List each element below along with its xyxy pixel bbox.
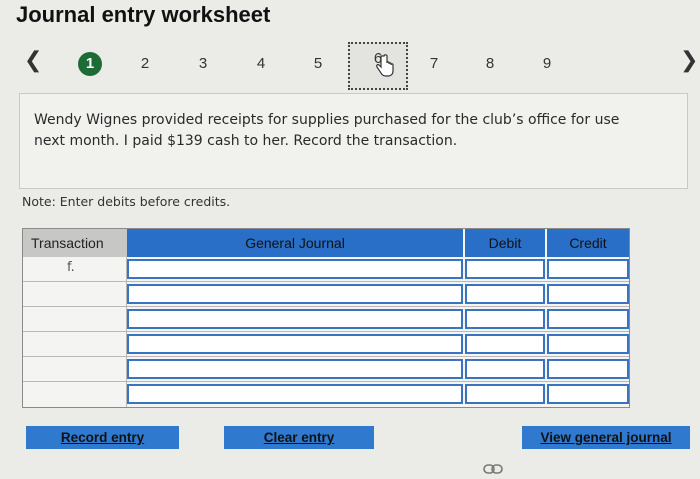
clear-entry-button[interactable]: Clear entry bbox=[224, 426, 374, 449]
hand-pointer-icon bbox=[376, 54, 394, 77]
debit-field[interactable] bbox=[467, 388, 543, 405]
debit-field[interactable] bbox=[467, 338, 543, 355]
credit-field[interactable] bbox=[549, 288, 627, 305]
header-transaction: Transaction bbox=[23, 229, 131, 257]
account-field[interactable] bbox=[129, 313, 461, 330]
credit-field[interactable] bbox=[549, 263, 627, 280]
page-title: Journal entry worksheet bbox=[16, 2, 271, 27]
record-entry-button[interactable]: Record entry bbox=[26, 426, 179, 449]
header-debit: Debit bbox=[465, 229, 545, 257]
question-text: Wendy Wignes provided receipts for suppl… bbox=[34, 112, 620, 149]
step-6[interactable]: 6 bbox=[348, 42, 408, 90]
debit-field[interactable] bbox=[467, 288, 543, 305]
step-7[interactable]: 7 bbox=[422, 52, 446, 76]
table-row bbox=[23, 382, 629, 407]
question-box: Wendy Wignes provided receipts for suppl… bbox=[19, 93, 688, 189]
journal-table: Transaction General Journal Debit Credit… bbox=[22, 228, 630, 408]
step-8[interactable]: 8 bbox=[478, 52, 502, 76]
table-row bbox=[23, 307, 629, 332]
account-field[interactable] bbox=[129, 263, 461, 280]
account-field[interactable] bbox=[129, 388, 461, 405]
account-field[interactable] bbox=[129, 288, 461, 305]
debit-input[interactable] bbox=[465, 309, 545, 330]
account-input[interactable] bbox=[127, 284, 463, 305]
transaction-cell bbox=[23, 382, 127, 407]
view-general-journal-button[interactable]: View general journal bbox=[522, 426, 690, 449]
transaction-cell bbox=[23, 357, 127, 382]
debit-field[interactable] bbox=[467, 313, 543, 330]
debit-input[interactable] bbox=[465, 259, 545, 280]
credit-input[interactable] bbox=[547, 309, 629, 330]
credit-field[interactable] bbox=[549, 313, 627, 330]
account-input[interactable] bbox=[127, 359, 463, 380]
table-row bbox=[23, 282, 629, 307]
account-input[interactable] bbox=[127, 384, 463, 405]
credit-field[interactable] bbox=[549, 388, 627, 405]
debit-field[interactable] bbox=[467, 263, 543, 280]
chevron-left-icon[interactable]: ❮ bbox=[24, 48, 42, 73]
transaction-cell: f. bbox=[23, 257, 127, 282]
account-input[interactable] bbox=[127, 334, 463, 355]
step-navigation: ❮ 1 2 3 4 5 6 7 8 9 ❯ bbox=[0, 42, 700, 90]
table-row bbox=[23, 332, 629, 357]
step-9[interactable]: 9 bbox=[535, 52, 559, 76]
table-row: f. bbox=[23, 257, 629, 282]
transaction-cell bbox=[23, 307, 127, 332]
step-5[interactable]: 5 bbox=[306, 52, 330, 76]
credit-field[interactable] bbox=[549, 363, 627, 380]
link-icon bbox=[483, 464, 503, 474]
account-input[interactable] bbox=[127, 259, 463, 280]
step-1[interactable]: 1 bbox=[78, 52, 102, 76]
account-input[interactable] bbox=[127, 309, 463, 330]
debit-input[interactable] bbox=[465, 334, 545, 355]
transaction-cell bbox=[23, 332, 127, 357]
account-field[interactable] bbox=[129, 338, 461, 355]
note-text: Note: Enter debits before credits. bbox=[22, 194, 231, 209]
credit-input[interactable] bbox=[547, 334, 629, 355]
credit-field[interactable] bbox=[549, 338, 627, 355]
debit-input[interactable] bbox=[465, 359, 545, 380]
step-4[interactable]: 4 bbox=[249, 52, 273, 76]
header-credit: Credit bbox=[547, 229, 629, 257]
credit-input[interactable] bbox=[547, 284, 629, 305]
step-3[interactable]: 3 bbox=[191, 52, 215, 76]
transaction-cell bbox=[23, 282, 127, 307]
debit-input[interactable] bbox=[465, 384, 545, 405]
table-row bbox=[23, 357, 629, 382]
debit-field[interactable] bbox=[467, 363, 543, 380]
debit-input[interactable] bbox=[465, 284, 545, 305]
credit-input[interactable] bbox=[547, 259, 629, 280]
account-field[interactable] bbox=[129, 363, 461, 380]
header-general-journal: General Journal bbox=[127, 229, 463, 257]
credit-input[interactable] bbox=[547, 359, 629, 380]
step-2[interactable]: 2 bbox=[133, 52, 157, 76]
credit-input[interactable] bbox=[547, 384, 629, 405]
chevron-right-icon[interactable]: ❯ bbox=[680, 48, 698, 73]
